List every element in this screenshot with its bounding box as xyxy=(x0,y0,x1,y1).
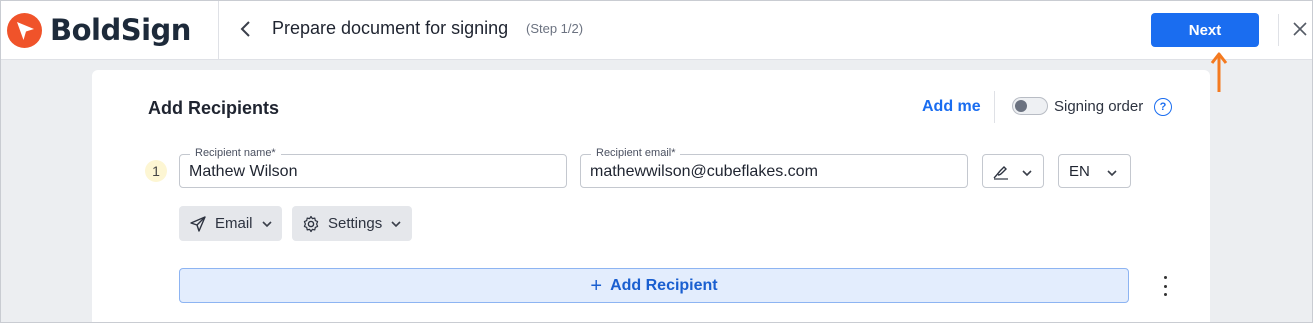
recipient-settings-button[interactable]: Settings xyxy=(292,206,412,241)
kebab-dot xyxy=(1163,293,1167,296)
chevron-down-icon xyxy=(261,218,273,230)
brand-logo[interactable]: BoldSign xyxy=(0,0,219,60)
help-icon[interactable]: ? xyxy=(1154,98,1172,116)
delivery-label: Email xyxy=(215,215,253,232)
annotation-arrow-icon xyxy=(1210,52,1228,92)
header-divider xyxy=(1278,14,1279,46)
more-options-icon[interactable] xyxy=(1158,276,1172,296)
delivery-email-button[interactable]: Email xyxy=(179,206,282,241)
signing-order-toggle[interactable] xyxy=(1012,97,1048,115)
section-title: Add Recipients xyxy=(148,98,280,118)
boldsign-logo-icon xyxy=(7,13,42,48)
plus-icon: + xyxy=(590,274,603,297)
kebab-dot xyxy=(1163,276,1167,279)
language-select[interactable]: EN xyxy=(1058,154,1131,188)
add-recipient-button[interactable]: + Add Recipient xyxy=(179,268,1129,303)
add-me-link[interactable]: Add me xyxy=(922,98,981,116)
divider xyxy=(994,91,995,123)
brand-name: BoldSign xyxy=(50,13,191,47)
recipient-email-value: mathewwilson@cubeflakes.com xyxy=(590,163,818,180)
recipient-name-field[interactable]: Recipient name* Mathew Wilson xyxy=(179,147,567,188)
recipient-email-label: Recipient email* xyxy=(591,147,681,159)
chevron-down-icon xyxy=(1022,170,1032,177)
step-indicator: (Step 1/2) xyxy=(526,21,584,36)
chevron-left-icon xyxy=(240,21,250,37)
gear-icon xyxy=(302,215,320,233)
language-value: EN xyxy=(1069,163,1090,180)
recipient-name-value: Mathew Wilson xyxy=(189,163,298,180)
close-icon xyxy=(1293,22,1307,36)
chevron-down-icon xyxy=(390,218,402,230)
close-button[interactable] xyxy=(1290,19,1310,39)
recipient-email-field[interactable]: Recipient email* mathewwilson@cubeflakes… xyxy=(580,147,968,188)
kebab-dot xyxy=(1163,284,1167,288)
signer-role-select[interactable] xyxy=(982,154,1044,188)
recipient-name-label: Recipient name* xyxy=(190,147,281,159)
send-icon xyxy=(189,215,207,233)
recipient-number: 1 xyxy=(145,160,167,182)
top-header: BoldSign Prepare document for signing (S… xyxy=(0,0,1313,60)
signing-order-label: Signing order xyxy=(1054,98,1144,115)
toggle-knob xyxy=(1015,100,1027,112)
back-button[interactable] xyxy=(234,17,258,41)
next-button[interactable]: Next xyxy=(1151,13,1259,47)
add-recipient-label: Add Recipient xyxy=(610,276,718,294)
page-title: Prepare document for signing xyxy=(272,18,509,38)
chevron-down-icon xyxy=(1107,170,1117,177)
signer-pen-icon xyxy=(993,166,1008,180)
settings-label: Settings xyxy=(328,215,383,232)
